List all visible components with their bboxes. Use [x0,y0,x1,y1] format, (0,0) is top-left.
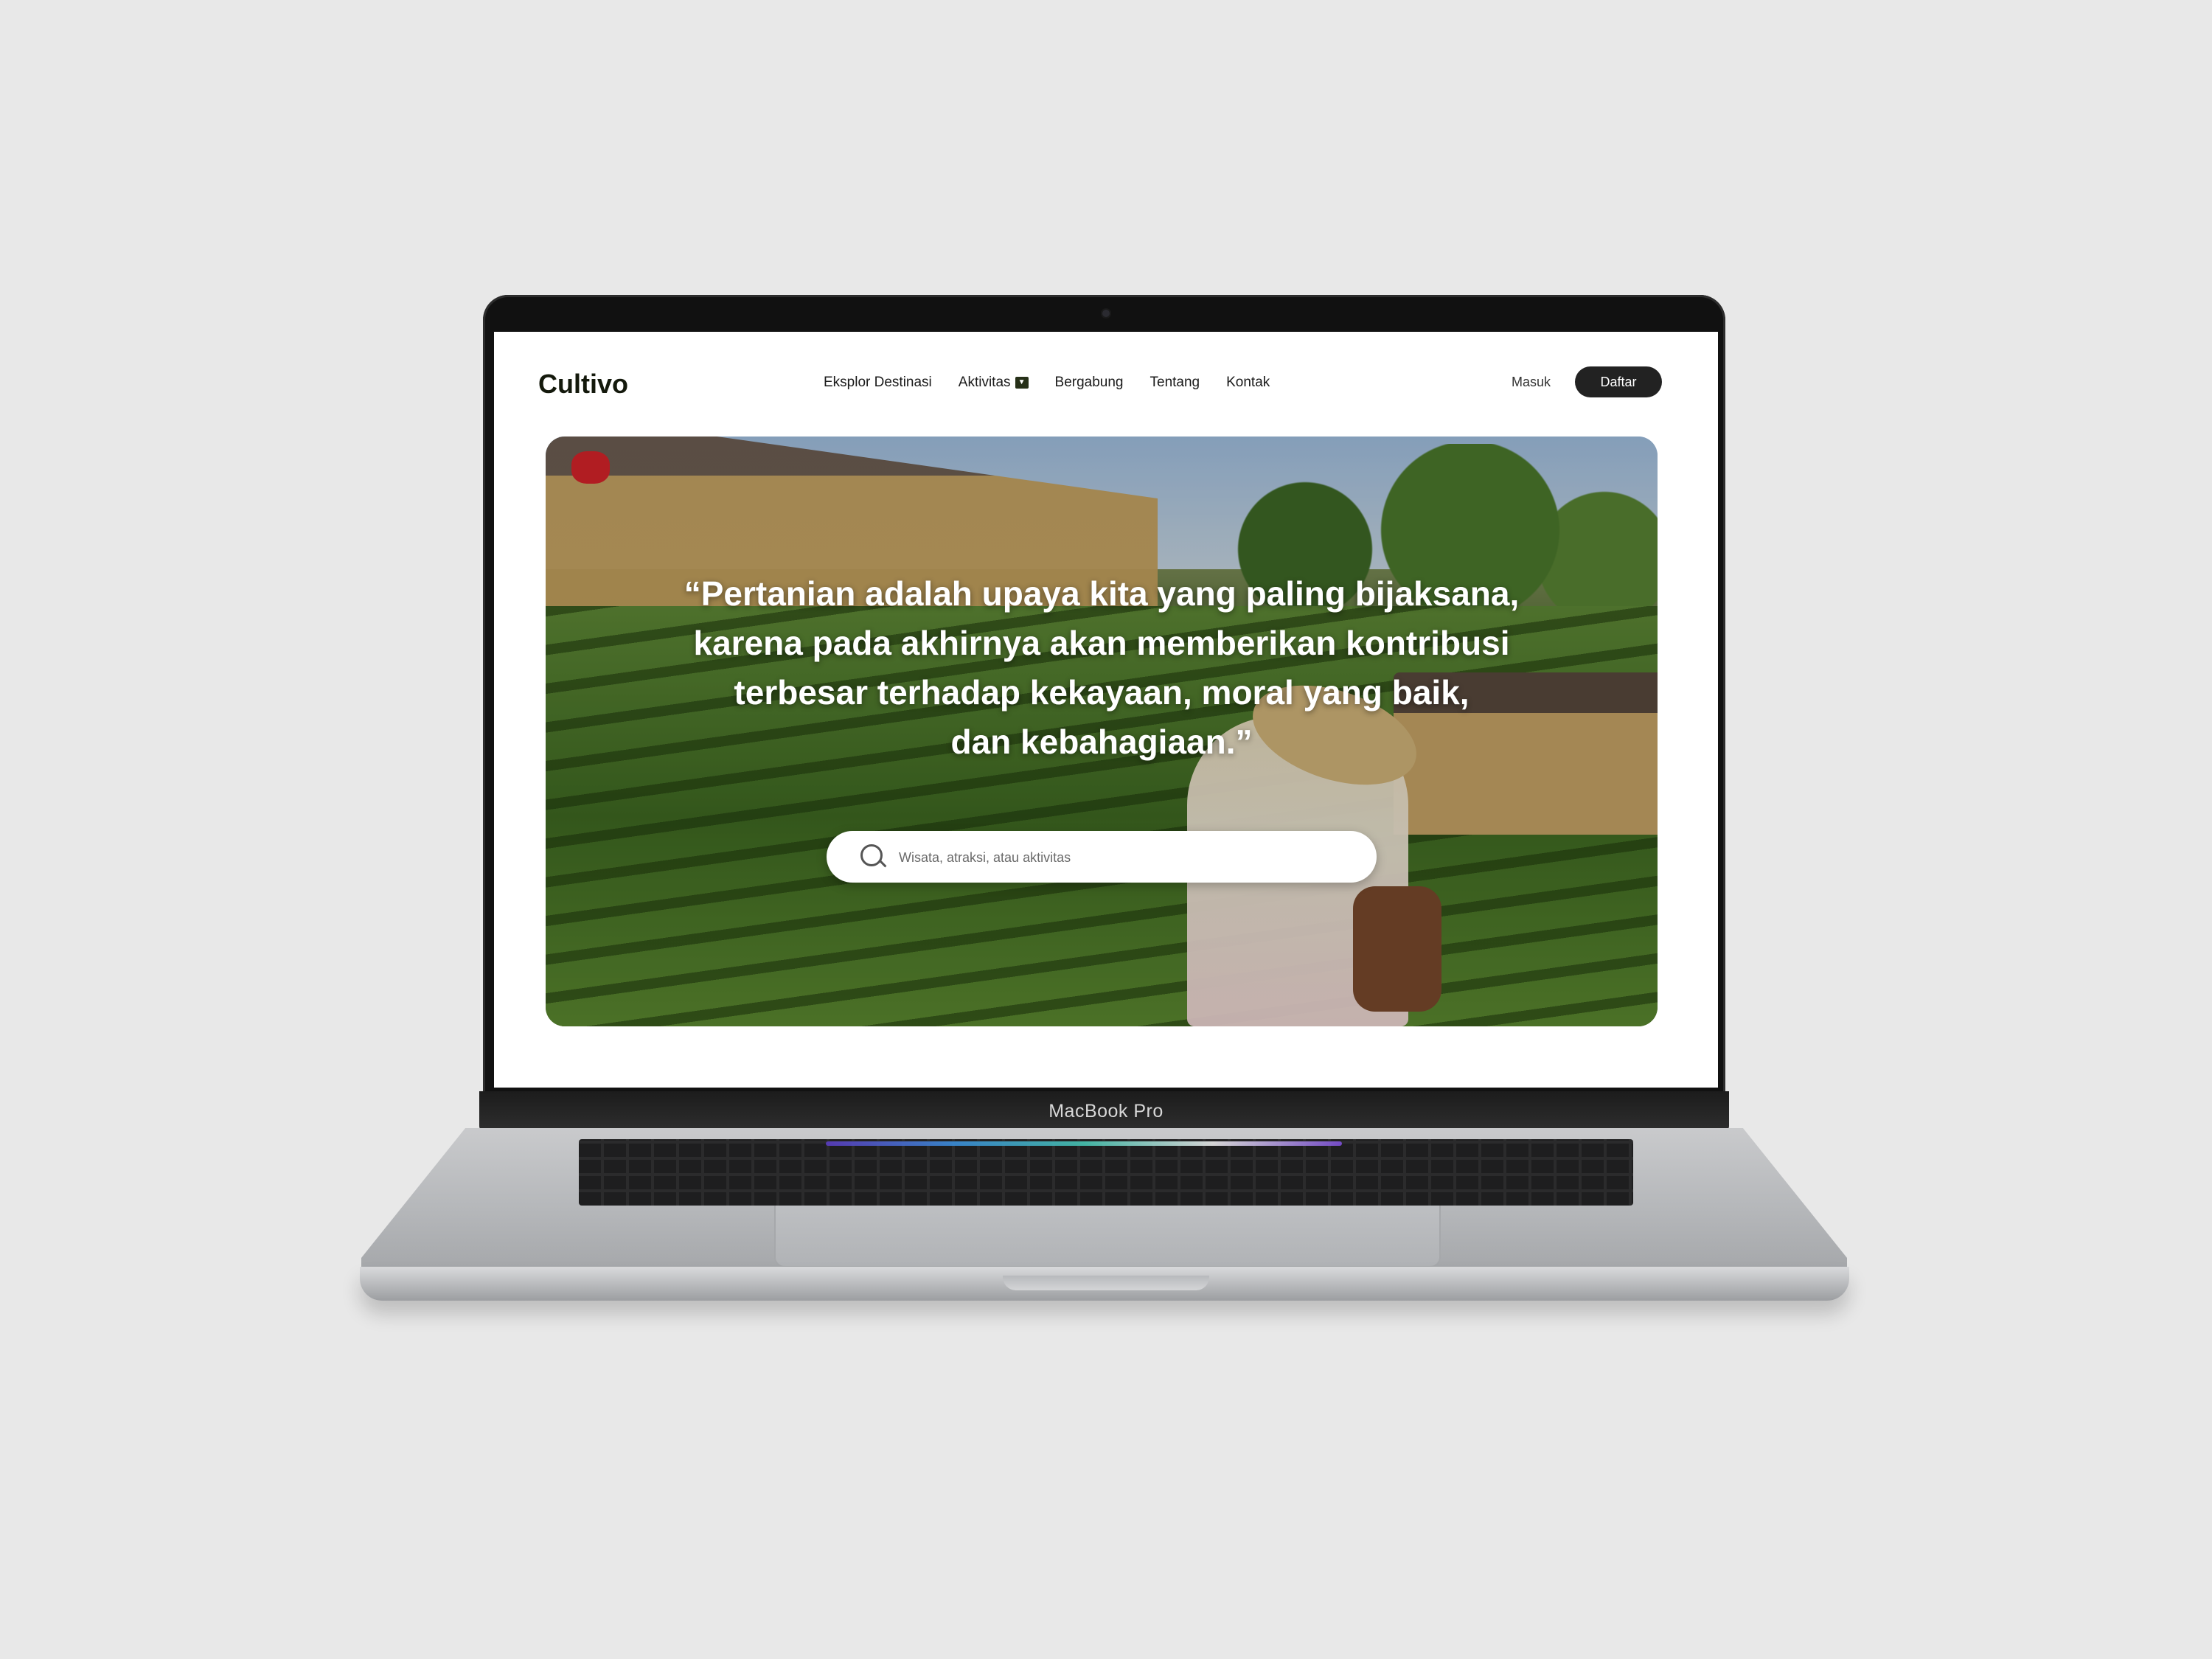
site-logo[interactable]: Cultivo [538,369,628,400]
keyboard [579,1139,1633,1206]
hero-quote: “Pertanian adalah upaya kita yang paling… [546,569,1658,767]
nav-item-bergabung[interactable]: Bergabung [1055,375,1124,391]
hero-quote-line: karena pada akhirnya akan memberikan kon… [693,624,1510,662]
nav-item-aktivitas-label: Aktivitas [958,375,1011,390]
nav-item-tentang[interactable]: Tentang [1150,375,1200,391]
device-brand-label: MacBook Pro [1048,1101,1164,1121]
browser-screen: Cultivo Eksplor Destinasi Aktivitas ▼ Be… [494,332,1718,1088]
trackpad [774,1206,1441,1267]
search-bar[interactable] [827,831,1377,883]
chevron-down-icon: ▼ [1015,377,1029,389]
nav-item-aktivitas[interactable]: Aktivitas ▼ [959,375,1029,391]
hero-banner: “Pertanian adalah upaya kita yang paling… [546,437,1658,1026]
site-header: Cultivo Eksplor Destinasi Aktivitas ▼ Be… [494,332,1718,442]
signup-button[interactable]: Daftar [1575,366,1662,397]
nav-item-eksplor-destinasi[interactable]: Eksplor Destinasi [824,375,932,391]
hero-quote-line: dan kebahagiaan.” [950,723,1253,761]
webcam-icon [1102,310,1110,317]
search-input[interactable] [897,841,1343,874]
login-link[interactable]: Masuk [1512,375,1551,390]
main-nav: Eksplor Destinasi Aktivitas ▼ Bergabung … [824,375,1270,391]
hero-quote-line: terbesar terhadap kekayaan, moral yang b… [734,673,1470,712]
nav-item-kontak[interactable]: Kontak [1226,375,1270,391]
hero-quote-line: “Pertanian adalah upaya kita yang paling… [684,574,1520,613]
search-icon[interactable] [860,844,883,866]
lid-opening-notch [1003,1276,1209,1290]
touch-bar [826,1141,1342,1146]
